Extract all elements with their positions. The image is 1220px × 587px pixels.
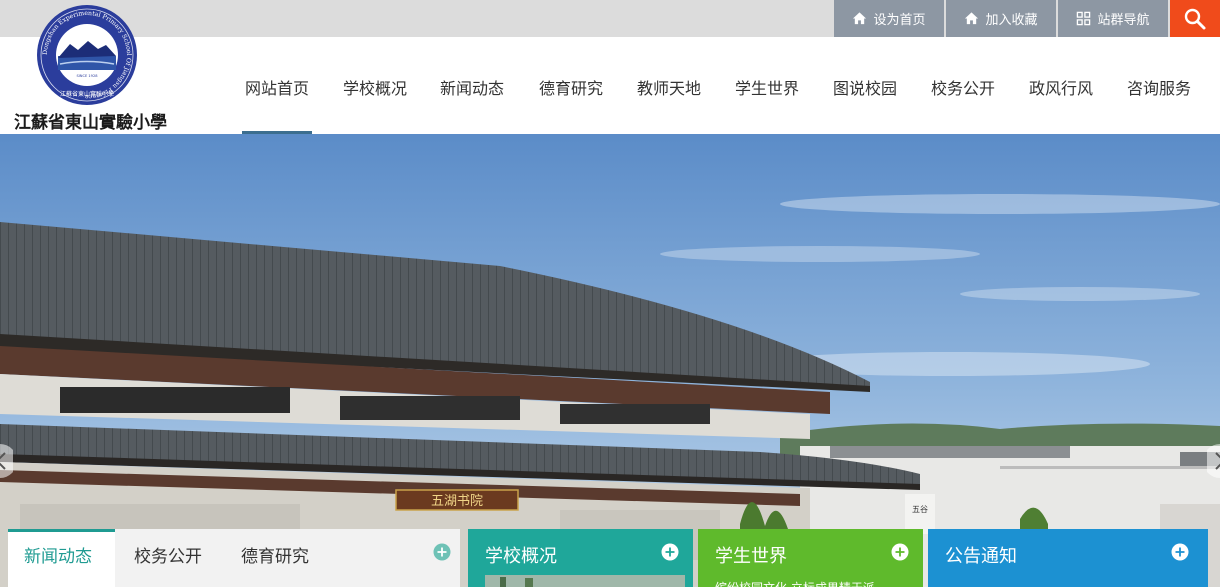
home-icon bbox=[853, 12, 867, 25]
home-icon bbox=[965, 12, 979, 25]
nav-item-students[interactable]: 学生世界 bbox=[735, 75, 799, 99]
site-header: SINCE 1928 Dongshan Experimental Primary… bbox=[0, 5, 1220, 134]
set-home-button[interactable]: 设为首页 bbox=[834, 0, 944, 37]
slide-next-button[interactable] bbox=[1207, 442, 1220, 480]
more-plus-icon[interactable] bbox=[661, 543, 679, 561]
notices-title[interactable]: 公告通知 bbox=[945, 542, 1017, 568]
nav-item-teachers[interactable]: 教师天地 bbox=[637, 75, 701, 99]
notices-panel: 公告通知 bbox=[928, 529, 1208, 587]
main-nav: 网站首页 学校概况 新闻动态 德育研究 教师天地 学生世界 图说校园 校务公开 … bbox=[0, 37, 1220, 134]
banner-photo: 五谷 五湖书院 bbox=[0, 134, 1220, 587]
tab-school-affairs[interactable]: 校务公开 bbox=[134, 542, 202, 567]
student-world-panel: 学生世界 缤纷校园文化 立标成果精于派 bbox=[698, 529, 923, 587]
banner-plaque-text: 五湖书院 bbox=[431, 494, 483, 509]
student-world-snippet[interactable]: 缤纷校园文化 立标成果精于派 bbox=[715, 579, 875, 587]
site-group-nav-label: 站群导航 bbox=[1097, 13, 1150, 28]
more-plus-icon[interactable] bbox=[433, 543, 451, 561]
more-plus-icon[interactable] bbox=[891, 543, 909, 561]
grid-icon bbox=[1077, 11, 1091, 26]
nav-item-integrity[interactable]: 政风行风 bbox=[1029, 75, 1093, 99]
nav-item-news[interactable]: 新闻动态 bbox=[440, 75, 504, 99]
nav-item-school-overview[interactable]: 学校概况 bbox=[343, 75, 407, 99]
add-favorite-label: 加入收藏 bbox=[985, 13, 1038, 28]
nav-item-home[interactable]: 网站首页 bbox=[245, 75, 309, 99]
search-icon bbox=[1184, 8, 1206, 29]
news-tabs-panel: 新闻动态 校务公开 德育研究 bbox=[8, 529, 460, 587]
site-group-nav-button[interactable]: 站群导航 bbox=[1058, 0, 1168, 37]
school-overview-panel: 学校概况 bbox=[468, 529, 693, 587]
set-home-label: 设为首页 bbox=[873, 13, 926, 28]
school-overview-title[interactable]: 学校概况 bbox=[485, 542, 557, 568]
more-plus-icon[interactable] bbox=[1171, 543, 1189, 561]
tab-news[interactable]: 新闻动态 bbox=[24, 542, 92, 567]
nav-item-moral-research[interactable]: 德育研究 bbox=[539, 75, 603, 99]
hero-banner[interactable]: 五谷 五湖书院 bbox=[0, 134, 1220, 587]
overview-thumbnail[interactable] bbox=[485, 575, 685, 587]
slide-prev-button[interactable] bbox=[0, 442, 13, 480]
nav-item-school-affairs[interactable]: 校务公开 bbox=[931, 75, 995, 99]
student-world-title[interactable]: 学生世界 bbox=[715, 542, 787, 568]
add-favorite-button[interactable]: 加入收藏 bbox=[946, 0, 1056, 37]
nav-item-campus-gallery[interactable]: 图说校园 bbox=[833, 75, 897, 99]
banner-sign-text: 五谷 bbox=[912, 505, 928, 514]
tab-moral-research[interactable]: 德育研究 bbox=[241, 542, 309, 567]
top-utility-bar: 设为首页 加入收藏 站群导航 bbox=[0, 0, 1220, 37]
search-button[interactable] bbox=[1170, 0, 1220, 37]
nav-item-consulting[interactable]: 咨询服务 bbox=[1127, 75, 1191, 99]
